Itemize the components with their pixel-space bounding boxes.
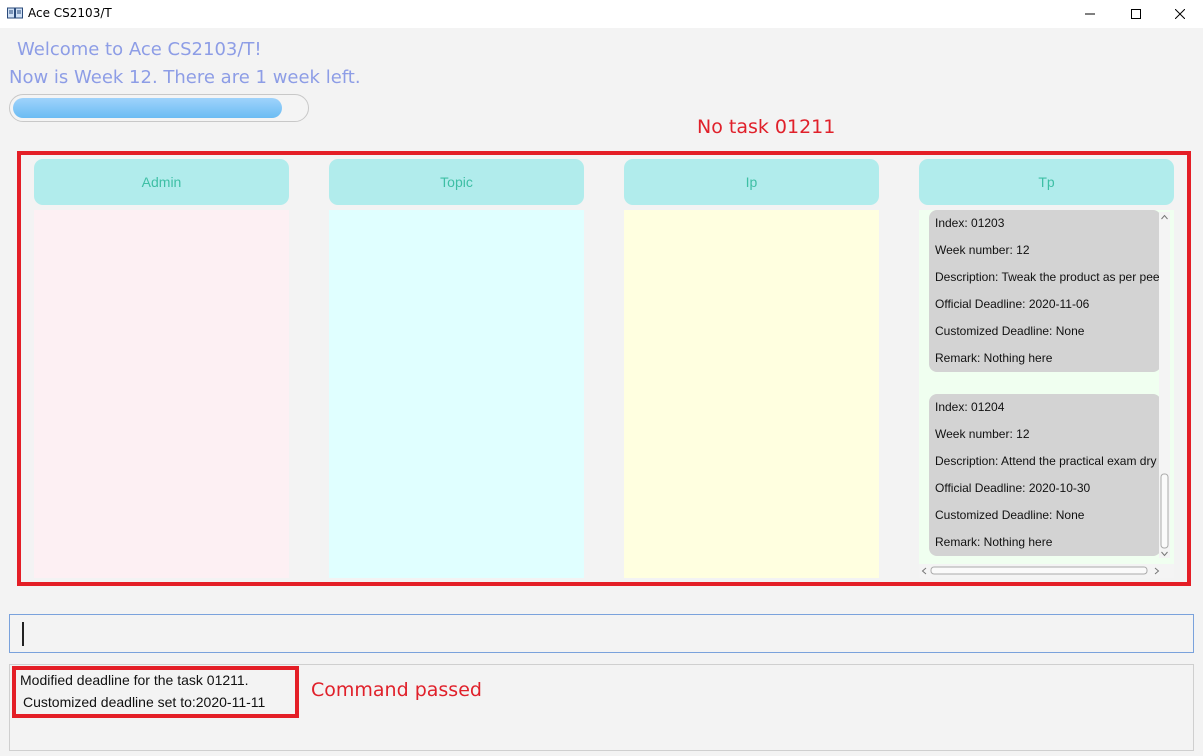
column-label: Admin — [141, 174, 182, 190]
title-bar: Ace CS2103/T — [0, 0, 1203, 28]
week-info-text: Now is Week 12. There are 1 week left. — [9, 67, 361, 88]
close-button[interactable] — [1157, 0, 1203, 28]
task-remark: Remark: Nothing here — [935, 351, 1053, 365]
column-label: Tp — [1038, 174, 1055, 190]
scroll-thumb — [1160, 473, 1169, 549]
result-line-2: Customized deadline set to:2020-11-11 — [23, 694, 266, 710]
task-customized-deadline: Customized Deadline: None — [935, 324, 1085, 338]
close-icon — [1175, 9, 1185, 19]
progress-fill — [13, 98, 282, 118]
column-topic-list[interactable] — [329, 210, 584, 578]
column-header-ip: Ip — [624, 159, 879, 205]
annotation-command-passed: Command passed — [311, 679, 482, 701]
task-card[interactable]: Index: 01204 Week number: 12 Description… — [929, 394, 1161, 556]
column-label: Ip — [745, 174, 758, 190]
window-title: Ace CS2103/T — [28, 6, 112, 20]
book-icon — [7, 7, 23, 19]
command-box[interactable] — [9, 614, 1194, 653]
task-official-deadline: Official Deadline: 2020-11-06 — [935, 297, 1090, 311]
task-customized-deadline: Customized Deadline: None — [935, 508, 1085, 522]
welcome-text: Welcome to Ace CS2103/T! — [17, 39, 262, 60]
column-tp-list[interactable]: Index: 01203 Week number: 12 Description… — [919, 210, 1174, 578]
column-header-tp: Tp — [919, 159, 1174, 205]
task-week: Week number: 12 — [935, 427, 1030, 441]
app-window: Ace CS2103/T Welcome to Ace CS2103/T! No… — [0, 0, 1203, 756]
vertical-scrollbar[interactable] — [1159, 212, 1170, 558]
column-ip-list[interactable] — [624, 210, 879, 578]
task-index: Index: 01204 — [935, 400, 1005, 414]
task-description: Description: Tweak the product as per pe… — [935, 270, 1161, 284]
column-header-topic: Topic — [329, 159, 584, 205]
maximize-button[interactable] — [1113, 0, 1159, 28]
command-input[interactable] — [10, 615, 1193, 652]
task-official-deadline: Official Deadline: 2020-10-30 — [935, 481, 1091, 495]
task-remark: Remark: Nothing here — [935, 535, 1053, 549]
maximize-icon — [1131, 9, 1141, 19]
semester-progress-bar — [9, 94, 309, 122]
task-index: Index: 01203 — [935, 216, 1005, 230]
annotation-no-task: No task 01211 — [697, 116, 836, 138]
horizontal-scrollbar[interactable] — [919, 564, 1174, 578]
result-line-1: Modified deadline for the task 01211. — [20, 672, 249, 688]
task-board: Admin Topic Ip Tp Index: 01203 Week numb… — [17, 151, 1191, 586]
task-card[interactable]: Index: 01203 Week number: 12 Description… — [929, 210, 1161, 372]
text-caret — [22, 622, 24, 646]
column-label: Topic — [440, 174, 473, 190]
minimize-button[interactable] — [1067, 0, 1113, 28]
task-week: Week number: 12 — [935, 243, 1030, 257]
task-description: Description: Attend the practical exam d… — [935, 454, 1157, 468]
scroll-thumb — [930, 566, 1148, 575]
column-admin-list[interactable] — [34, 210, 289, 578]
minimize-icon — [1085, 13, 1095, 15]
column-header-admin: Admin — [34, 159, 289, 205]
